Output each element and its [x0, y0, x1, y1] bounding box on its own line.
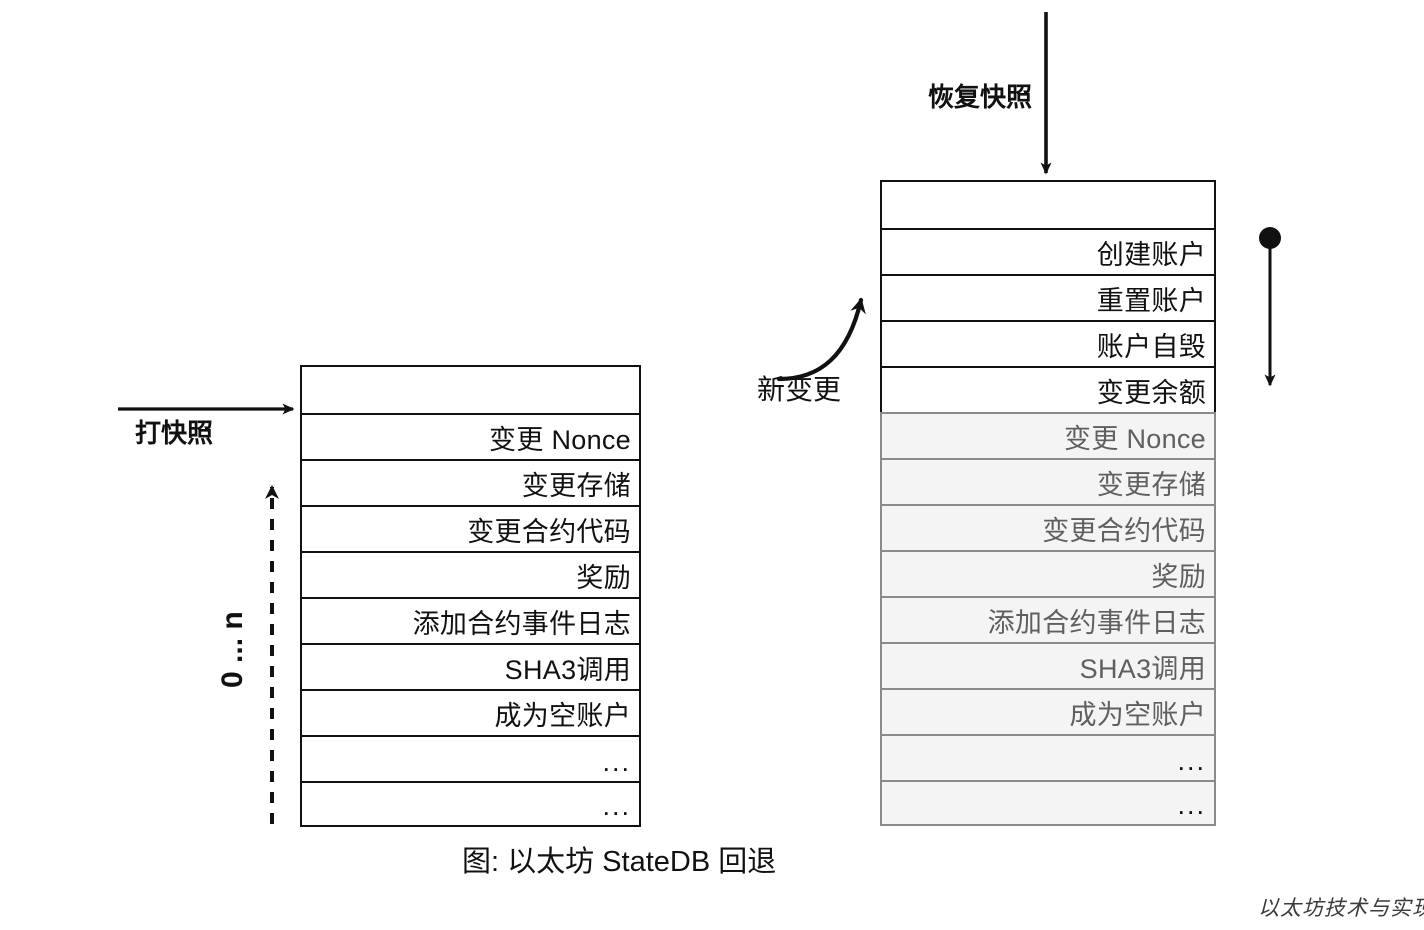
row-label: 变更合约代码: [467, 517, 631, 547]
row-ellipsis: ...: [602, 747, 631, 777]
new-changes-arrow: [776, 297, 866, 382]
table-row: 变更 Nonce: [300, 413, 641, 459]
table-row: [300, 365, 641, 413]
table-row: 变更存储: [300, 459, 641, 505]
row-ellipsis: ...: [602, 791, 631, 821]
row-label: 变更存储: [1096, 470, 1206, 500]
right-journal-table: 创建账户 重置账户 账户自毁 变更余额 变更 Nonce 变更存储 变更合约代码…: [880, 180, 1216, 826]
table-row: SHA3调用: [300, 643, 641, 689]
index-range-label: 0 ... n: [216, 611, 249, 688]
stack-order-indicator: [1259, 227, 1281, 387]
row-label: 变更余额: [1096, 378, 1206, 408]
diagram-canvas: 变更 Nonce 变更存储 变更合约代码 奖励 添加合约事件日志 SHA3调用 …: [0, 0, 1424, 930]
table-row: 添加合约事件日志: [300, 597, 641, 643]
table-row: 变更余额: [880, 366, 1216, 412]
restore-snapshot-label: 恢复快照: [928, 82, 1033, 112]
table-row: 账户自毁: [880, 320, 1216, 366]
row-label: 重置账户: [1096, 286, 1206, 316]
row-label: 成为空账户: [494, 701, 631, 731]
table-row: ...: [880, 734, 1216, 780]
row-label: 添加合约事件日志: [987, 608, 1206, 638]
row-label: 奖励: [576, 563, 631, 593]
table-row: 变更存储: [880, 458, 1216, 504]
table-row: 创建账户: [880, 228, 1216, 274]
table-row: 成为空账户: [300, 689, 641, 735]
table-row: 添加合约事件日志: [880, 596, 1216, 642]
row-ellipsis: ...: [1177, 790, 1206, 820]
row-label: SHA3调用: [504, 655, 631, 685]
new-changes-label: 新变更: [757, 374, 842, 405]
row-label: 创建账户: [1096, 240, 1206, 270]
row-label: 变更 Nonce: [489, 425, 631, 455]
table-row: [880, 180, 1216, 228]
table-row: ...: [300, 735, 641, 781]
row-ellipsis: ...: [1177, 746, 1206, 776]
row-label: 账户自毁: [1096, 332, 1206, 362]
row-label: 变更存储: [521, 471, 631, 501]
table-row: 成为空账户: [880, 688, 1216, 734]
table-row: 奖励: [880, 550, 1216, 596]
watermark: 以太坊技术与实现: [1258, 896, 1424, 920]
row-label: SHA3调用: [1079, 654, 1206, 684]
table-row: ...: [880, 780, 1216, 826]
row-label: 变更合约代码: [1042, 516, 1206, 546]
row-label: 奖励: [1151, 562, 1206, 592]
table-row: SHA3调用: [880, 642, 1216, 688]
table-row: 重置账户: [880, 274, 1216, 320]
figure-caption: 图: 以太坊 StateDB 回退: [462, 846, 777, 878]
left-journal-table: 变更 Nonce 变更存储 变更合约代码 奖励 添加合约事件日志 SHA3调用 …: [300, 365, 641, 827]
table-row: 奖励: [300, 551, 641, 597]
row-label: 添加合约事件日志: [412, 609, 631, 639]
row-label: 变更 Nonce: [1064, 424, 1206, 454]
table-row: ...: [300, 781, 641, 827]
take-snapshot-label: 打快照: [135, 418, 214, 448]
table-row: 变更合约代码: [300, 505, 641, 551]
row-label: 成为空账户: [1069, 700, 1206, 730]
table-row: 变更 Nonce: [880, 412, 1216, 458]
table-row: 变更合约代码: [880, 504, 1216, 550]
